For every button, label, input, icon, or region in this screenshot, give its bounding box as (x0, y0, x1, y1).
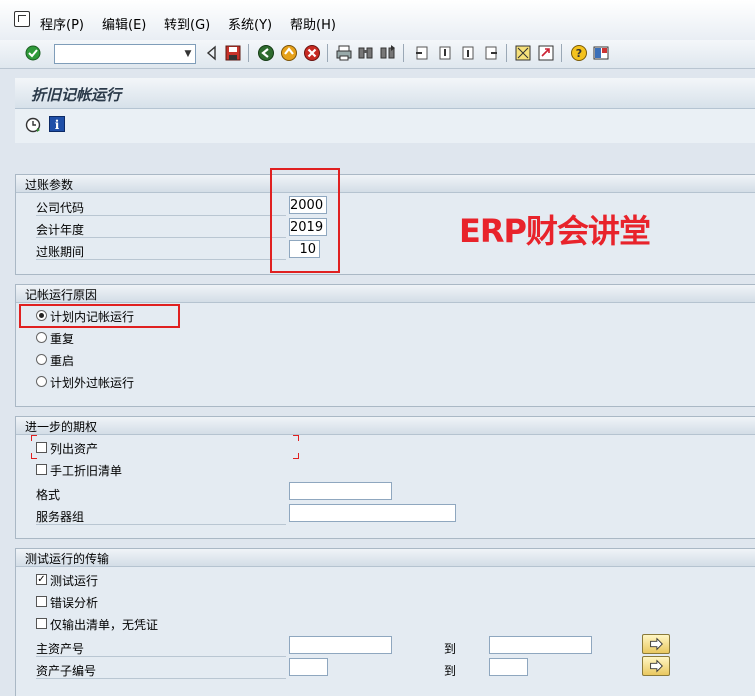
svg-text:?: ? (576, 47, 582, 60)
error-analysis-checkbox[interactable] (36, 596, 47, 607)
menu-help[interactable]: 帮助(H) (290, 14, 336, 33)
next-page-icon[interactable] (459, 44, 477, 62)
multiple-selection-icon[interactable] (642, 656, 670, 676)
last-page-icon[interactable] (482, 44, 500, 62)
to-label: 到 (444, 664, 457, 678)
list-assets-checkbox[interactable] (36, 442, 47, 453)
company-code-label: 公司代码 (36, 201, 85, 215)
toolbar-separator (248, 44, 249, 62)
checkbox-label: 测试运行 (50, 574, 99, 588)
customize-layout-icon[interactable] (592, 44, 610, 62)
menu-goto[interactable]: 转到(G) (164, 14, 210, 33)
label-underline (36, 259, 286, 260)
checkbox-label: 错误分析 (50, 596, 99, 610)
back-icon[interactable] (257, 44, 275, 62)
find-icon[interactable] (357, 44, 375, 62)
watermark-text: ERP财会讲堂 (459, 212, 651, 250)
main-asset-to-field[interactable] (489, 636, 592, 654)
menu-edit[interactable]: 编辑(E) (102, 14, 146, 33)
first-page-icon[interactable] (413, 44, 431, 62)
period-label: 过账期间 (36, 245, 85, 259)
menu-system-icon[interactable] (14, 11, 30, 27)
command-field[interactable]: ▼ (54, 44, 196, 64)
application-toolbar: i (15, 109, 755, 143)
sub-asset-to-field[interactable] (489, 658, 528, 676)
radio-label: 重复 (50, 332, 75, 346)
highlight-box (270, 168, 340, 273)
manual-dep-list-checkbox[interactable] (36, 464, 47, 475)
sub-asset-label: 资产子编号 (36, 664, 97, 678)
back-arrow-icon[interactable] (203, 44, 221, 62)
checkbox-label: 列出资产 (50, 442, 99, 456)
label-underline (36, 524, 286, 525)
chevron-down-icon[interactable]: ▼ (181, 45, 195, 63)
shortcut-icon[interactable] (537, 44, 555, 62)
info-icon[interactable]: i (49, 116, 65, 132)
radio-unplanned-run[interactable] (36, 376, 47, 387)
list-only-checkbox[interactable] (36, 618, 47, 629)
save-icon[interactable] (224, 44, 242, 62)
menu-program[interactable]: 程序(P) (40, 14, 84, 33)
group-header: 进一步的期权 (16, 417, 755, 435)
fiscal-year-label: 会计年度 (36, 223, 85, 237)
checkbox-label: 仅输出清单，无凭证 (50, 618, 159, 632)
focus-corner (31, 453, 37, 459)
group-title: 进一步的期权 (25, 420, 98, 434)
create-session-icon[interactable] (514, 44, 532, 62)
radio-restart[interactable] (36, 354, 47, 365)
group-title: 记帐运行原因 (25, 288, 98, 302)
menu-bar: 程序(P) 编辑(E) 转到(G) 系统(Y) 帮助(H) (0, 0, 755, 41)
label-underline (36, 237, 286, 238)
group-header: 过账参数 (16, 175, 755, 193)
run-reason-group: 记帐运行原因 计划内记帐运行 重复 重启 计划外过帐运行 (15, 284, 755, 407)
toolbar-separator (403, 44, 404, 62)
focus-corner (31, 435, 37, 441)
label-underline (36, 215, 286, 216)
highlight-box (19, 304, 180, 328)
radio-repeat[interactable] (36, 332, 47, 343)
group-header: 记帐运行原因 (16, 285, 755, 303)
radio-label: 计划外过帐运行 (50, 376, 135, 390)
format-label: 格式 (36, 488, 61, 502)
radio-label: 重启 (50, 354, 75, 368)
execute-icon[interactable] (25, 117, 41, 133)
group-title: 过账参数 (25, 178, 74, 192)
enter-icon[interactable] (24, 44, 42, 62)
format-field[interactable] (289, 482, 392, 500)
server-group-label: 服务器组 (36, 510, 85, 524)
find-next-icon[interactable] (379, 44, 397, 62)
sub-asset-from-field[interactable] (289, 658, 328, 676)
test-run-group: 测试运行的传输 ✓ 测试运行 错误分析 仅输出清单，无凭证 主资产号 到 资产子… (15, 548, 755, 696)
multiple-selection-icon[interactable] (642, 634, 670, 654)
further-options-group: 进一步的期权 列出资产 手工折旧清单 格式 服务器组 (15, 416, 755, 539)
test-run-checkbox[interactable]: ✓ (36, 574, 47, 585)
focus-corner (293, 435, 299, 441)
to-label: 到 (444, 642, 457, 656)
toolbar-separator (506, 44, 507, 62)
checkbox-label: 手工折旧清单 (50, 464, 123, 478)
help-icon[interactable]: ? (570, 44, 588, 62)
page-title: 折旧记帐运行 (31, 86, 122, 104)
group-title: 测试运行的传输 (25, 552, 110, 566)
toolbar-separator (561, 44, 562, 62)
main-asset-label: 主资产号 (36, 642, 85, 656)
cancel-icon[interactable] (303, 44, 321, 62)
previous-page-icon[interactable] (436, 44, 454, 62)
main-asset-from-field[interactable] (289, 636, 392, 654)
svg-text:i: i (55, 118, 60, 132)
server-group-field[interactable] (289, 504, 456, 522)
label-underline (36, 656, 286, 657)
menu-system[interactable]: 系统(Y) (228, 14, 272, 33)
group-header: 测试运行的传输 (16, 549, 755, 567)
title-bar: 折旧记帐运行 (15, 78, 755, 109)
exit-icon[interactable] (280, 44, 298, 62)
print-icon[interactable] (335, 44, 353, 62)
label-underline (36, 678, 286, 679)
focus-corner (293, 453, 299, 459)
toolbar-separator (327, 44, 328, 62)
